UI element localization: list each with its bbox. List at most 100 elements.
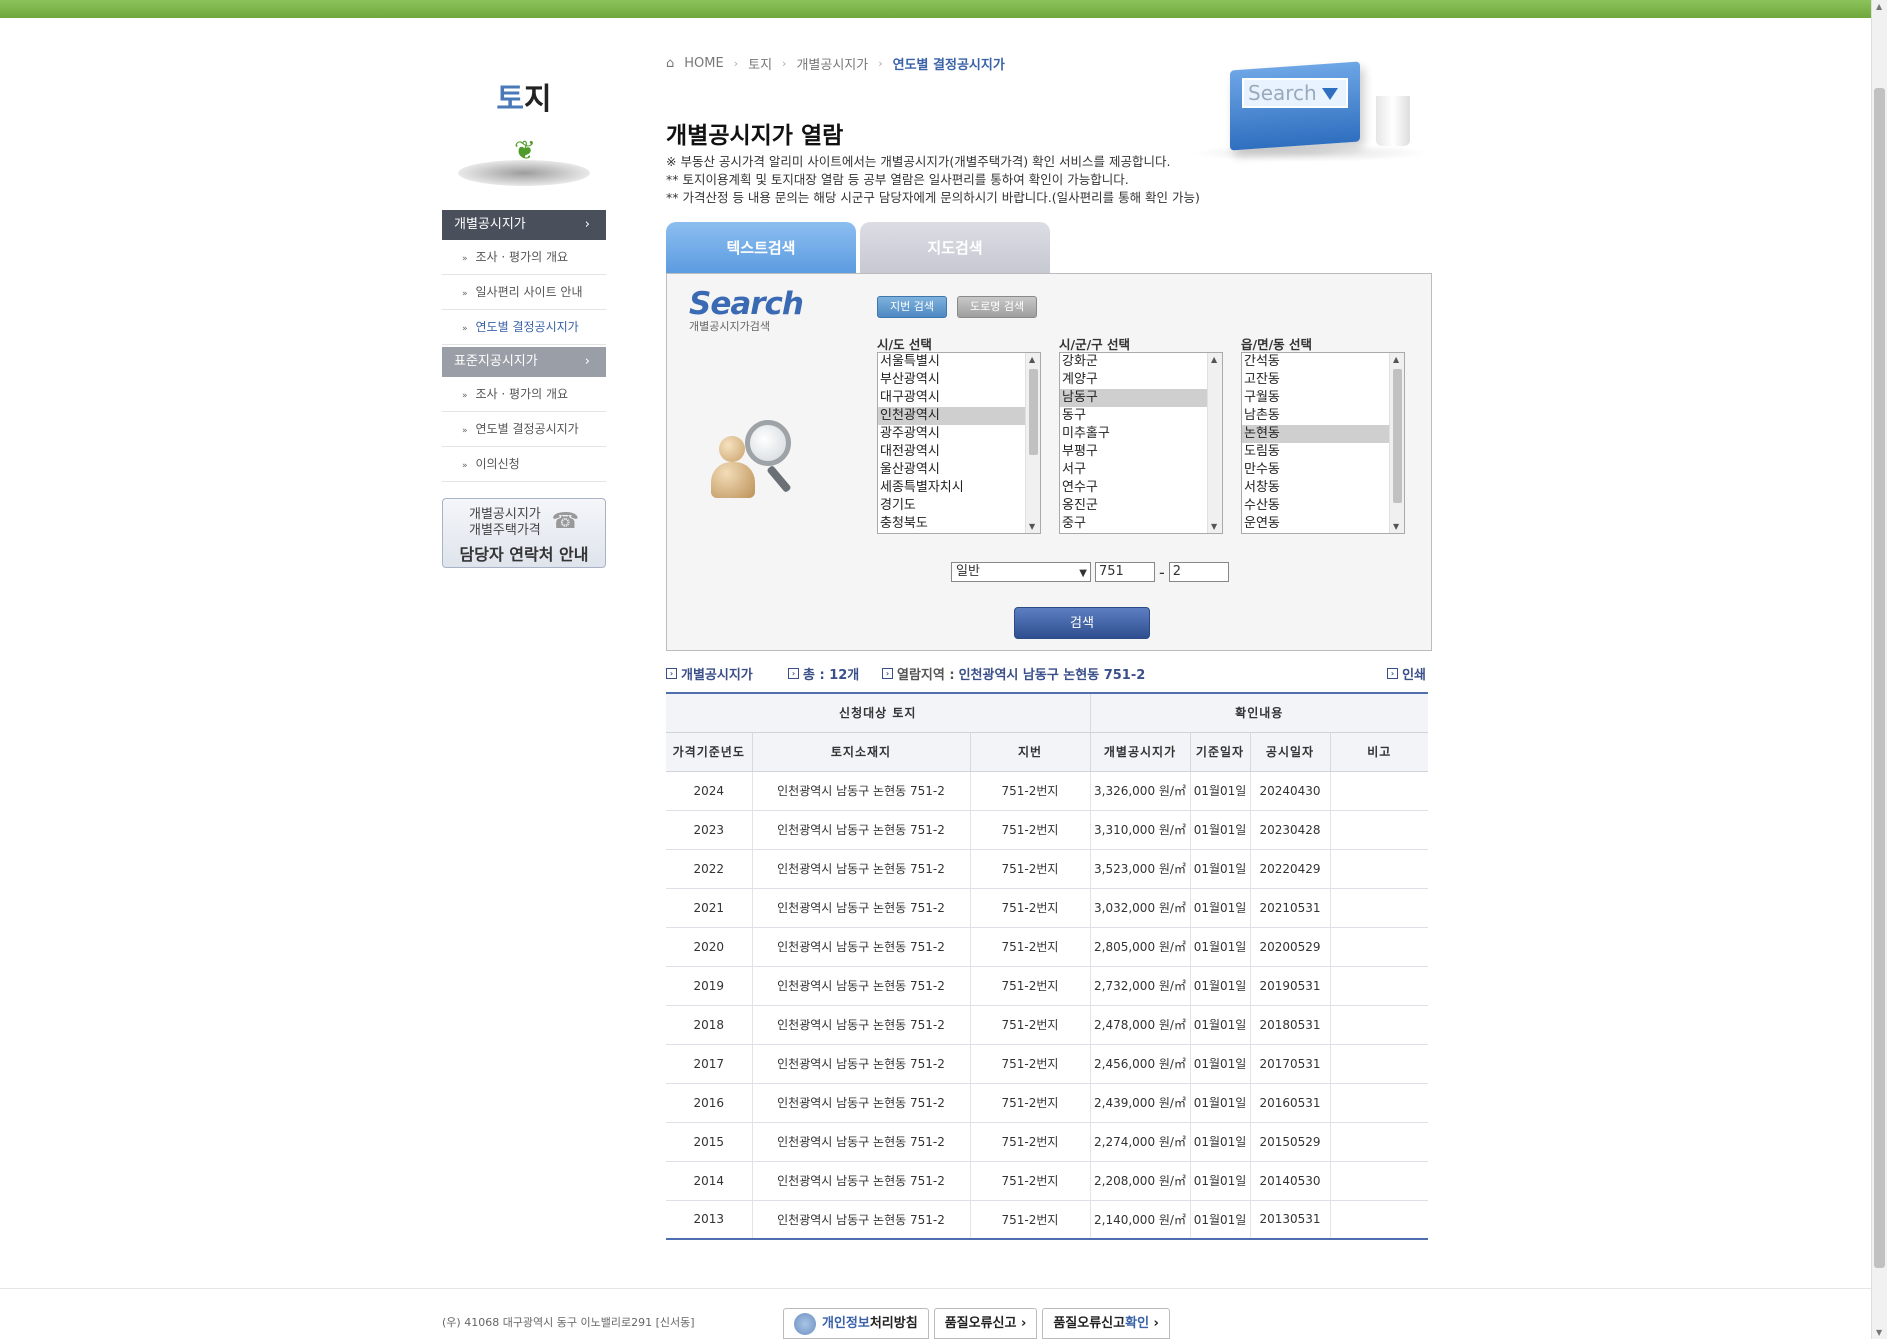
sidebar-standard-item[interactable]: » 조사 · 평가의 개요 [442, 377, 606, 412]
road-search-button[interactable]: 도로명 검색 [956, 296, 1038, 318]
sidebar-standard-item[interactable]: » 이의신청 [442, 447, 606, 482]
sido-option[interactable]: 대전광역시 [878, 443, 1026, 461]
scroll-up-icon[interactable]: ▲ [1876, 2, 1882, 11]
privacy-policy-link[interactable]: 개인정보처리방침 [783, 1308, 929, 1339]
scroll-down-icon: ▼ [1393, 522, 1400, 531]
breadcrumb-home[interactable]: HOME [684, 56, 723, 71]
table-cell: 751-2번지 [969, 1122, 1090, 1162]
quality-report-link[interactable]: 품질오류신고 › [933, 1308, 1038, 1339]
scroll-down-icon[interactable]: ▼ [1876, 1328, 1882, 1337]
table-cell: 인천광역시 남동구 논현동 751-2 [751, 1200, 970, 1240]
bonbun-input[interactable]: 751 [1095, 562, 1155, 582]
sigungu-option[interactable]: 옹진군 [1060, 497, 1208, 515]
sidebar-section-individual[interactable]: 개별공시지가 › [442, 210, 606, 240]
table-cell: 751-2번지 [969, 771, 1090, 811]
table-cell [1329, 1083, 1428, 1123]
table-cell: 20230428 [1249, 810, 1330, 850]
table-cell: 인천광역시 남동구 논현동 751-2 [751, 888, 970, 928]
sido-option[interactable]: 부산광역시 [878, 371, 1026, 389]
jibun-dash: - [1159, 562, 1165, 582]
table-cell [1329, 810, 1428, 850]
sigungu-listbox[interactable]: 강화군 계양구 남동구 동구 미추홀구 부평구 서구 연수구 옹진군 중구 ▲ ▼ [1059, 352, 1223, 534]
tab-map-search[interactable]: 지도검색 [860, 222, 1050, 274]
dong-option[interactable]: 고잔동 [1242, 371, 1390, 389]
sigungu-option[interactable]: 연수구 [1060, 479, 1208, 497]
table-cell: 2022 [666, 849, 752, 889]
sidebar-section-standard[interactable]: 표준지공시지가 › [442, 347, 606, 377]
sidebar-individual-item[interactable]: » 일사편리 사이트 안내 [442, 275, 606, 310]
table-cell [1329, 1044, 1428, 1084]
column-header: 지번 [969, 732, 1090, 772]
dong-option[interactable]: 수산동 [1242, 497, 1390, 515]
dong-option[interactable]: 서창동 [1242, 479, 1390, 497]
breadcrumb-individual[interactable]: 개별공시지가 [796, 54, 868, 73]
sido-option[interactable]: 충청북도 [878, 515, 1026, 533]
chevron-double-right-icon: » [462, 461, 468, 471]
sigungu-option[interactable]: 동구 [1060, 407, 1208, 425]
result-region: 인천광역시 남동구 논현동 751-2 [958, 668, 1146, 683]
dong-option[interactable]: 간석동 [1242, 353, 1390, 371]
sidebar-individual-item[interactable]: » 조사 · 평가의 개요 [442, 240, 606, 275]
sido-option[interactable]: 광주광역시 [878, 425, 1026, 443]
sido-option[interactable]: 서울특별시 [878, 353, 1026, 371]
table-cell: 3,523,000 원/㎡ [1089, 849, 1190, 889]
page-scrollbar[interactable]: ▲ ▼ [1871, 0, 1887, 1339]
search-submit-button[interactable]: 검색 [1014, 607, 1150, 639]
column-header: 기준일자 [1189, 732, 1250, 772]
table-row: 2014 인천광역시 남동구 논현동 751-2 751-2번지 2,208,000 … [666, 1161, 1428, 1201]
sigungu-option[interactable]: 중구 [1060, 515, 1208, 533]
table-cell: 2013 [666, 1200, 752, 1240]
sido-option[interactable]: 세종특별자치시 [878, 479, 1026, 497]
dong-option[interactable]: 논현동 [1242, 425, 1390, 443]
scroll-up-icon: ▲ [1211, 355, 1218, 364]
table-cell [1329, 888, 1428, 928]
sigungu-option[interactable]: 남동구 [1060, 389, 1208, 407]
print-button[interactable]: › 인쇄 [1387, 664, 1426, 683]
sido-option[interactable]: 대구광역시 [878, 389, 1026, 407]
land-type-select[interactable]: 일반 ▼ [951, 562, 1091, 582]
footer-divider [0, 1288, 1871, 1289]
sigungu-option[interactable]: 서구 [1060, 461, 1208, 479]
search-logo: Search 개별공시지가검색 [689, 286, 804, 333]
table-cell: 인천광역시 남동구 논현동 751-2 [751, 849, 970, 889]
sido-option[interactable]: 인천광역시 [878, 407, 1026, 425]
column-header: 공시일자 [1249, 732, 1330, 772]
dong-listbox[interactable]: 간석동 고잔동 구월동 남촌동 논현동 도림동 만수동 서창동 수산동 운연동 ▲ ▼ [1241, 352, 1405, 534]
sidebar-standard-item[interactable]: » 연도별 결정공시지가 [442, 412, 606, 447]
table-cell: 인천광역시 남동구 논현동 751-2 [751, 1005, 970, 1045]
table-row: 2018 인천광역시 남동구 논현동 751-2 751-2번지 2,478,000 … [666, 1005, 1428, 1045]
tab-text-search[interactable]: 텍스트검색 [666, 222, 856, 274]
arrow-box-icon: › [666, 668, 677, 679]
dong-option[interactable]: 도림동 [1242, 443, 1390, 461]
chevron-right-icon: › [878, 57, 883, 70]
quality-report-check-link[interactable]: 품질오류신고확인 › [1042, 1308, 1170, 1339]
sido-option[interactable]: 울산광역시 [878, 461, 1026, 479]
table-cell: 20200529 [1249, 927, 1330, 967]
scrollbar-thumb[interactable] [1874, 88, 1885, 1268]
dong-option[interactable]: 운연동 [1242, 515, 1390, 533]
table-row: 2022 인천광역시 남동구 논현동 751-2 751-2번지 3,523,000 … [666, 849, 1428, 889]
bubun-input[interactable]: 2 [1168, 562, 1229, 582]
home-icon: ⌂ [666, 56, 675, 71]
contact-info-banner[interactable]: 개별공시지가 개별주택가격 ☎ 담당자 연락처 안내 [442, 498, 606, 568]
note-line: ** 토지이용계획 및 토지대장 열람 등 공부 열람은 일사편리를 통하여 확… [666, 172, 1129, 187]
table-cell: 01월01일 [1189, 810, 1250, 850]
sigungu-option[interactable]: 미추홀구 [1060, 425, 1208, 443]
table-row: 2021 인천광역시 남동구 논현동 751-2 751-2번지 3,032,000 … [666, 888, 1428, 928]
dong-option[interactable]: 남촌동 [1242, 407, 1390, 425]
sidebar-individual-item[interactable]: » 연도별 결정공시지가 [442, 310, 606, 345]
dong-option[interactable]: 만수동 [1242, 461, 1390, 479]
sido-listbox[interactable]: 서울특별시 부산광역시 대구광역시 인천광역시 광주광역시 대전광역시 울산광역시 세종특별자… [877, 352, 1041, 534]
sigungu-option[interactable]: 강화군 [1060, 353, 1208, 371]
sigungu-option[interactable]: 계양구 [1060, 371, 1208, 389]
dong-option[interactable]: 구월동 [1242, 389, 1390, 407]
scroll-down-icon: ▼ [1029, 522, 1036, 531]
table-row: 2023 인천광역시 남동구 논현동 751-2 751-2번지 3,310,000 … [666, 810, 1428, 850]
table-cell: 2019 [666, 966, 752, 1006]
table-cell: 751-2번지 [969, 1161, 1090, 1201]
sido-option[interactable]: 경기도 [878, 497, 1026, 515]
jibun-search-button[interactable]: 지번 검색 [877, 296, 947, 318]
breadcrumb-land[interactable]: 토지 [748, 54, 772, 73]
table-row: 2015 인천광역시 남동구 논현동 751-2 751-2번지 2,274,000 … [666, 1122, 1428, 1162]
sigungu-option[interactable]: 부평구 [1060, 443, 1208, 461]
